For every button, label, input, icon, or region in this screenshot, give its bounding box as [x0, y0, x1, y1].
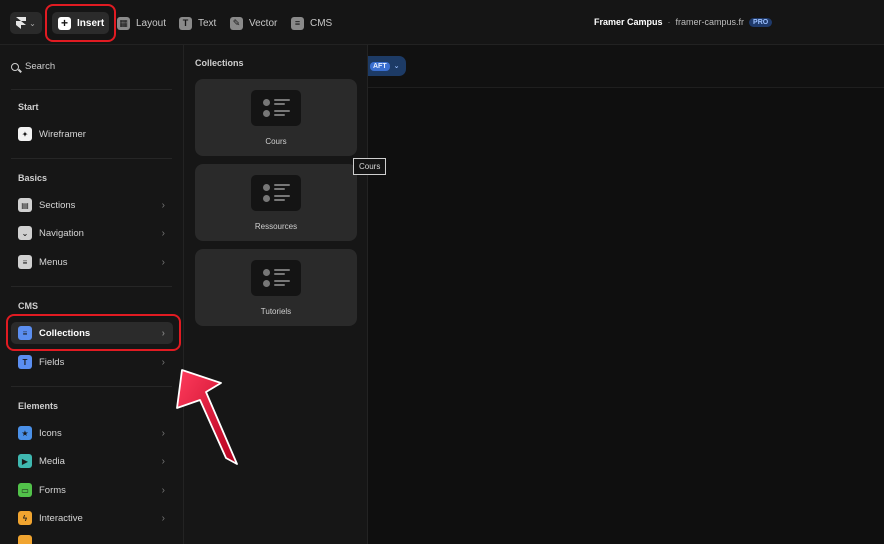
form-icon: ▭ [18, 483, 32, 497]
draft-badge-text: AFT [370, 61, 390, 71]
menu-icon: ≡ [18, 255, 32, 269]
chevron-down-icon: ⌄ [29, 18, 36, 28]
collection-card-label: Cours [265, 137, 287, 146]
text-button[interactable]: T Text [179, 12, 216, 34]
vector-label: Vector [249, 17, 278, 29]
draft-status-badge[interactable]: AFT ⌄ [368, 56, 406, 76]
item-label: Navigation [39, 227, 84, 239]
collections-highlight-annotation [6, 314, 181, 351]
collection-list-icon [251, 260, 301, 296]
layout-icon: ▦ [117, 16, 130, 30]
collection-card-label: Tutoriels [260, 307, 292, 316]
chevron-down-icon: ⌄ [393, 63, 400, 70]
section-label-start: Start [18, 102, 39, 112]
section-label-basics: Basics [18, 173, 48, 183]
collections-panel: Collections Cours Ressources Tutoriels [184, 45, 368, 544]
chevron-right-icon: › [161, 199, 165, 211]
item-label: Wireframer [39, 128, 86, 140]
navigation-icon: ⌄ [18, 226, 32, 240]
search-placeholder: Search [25, 61, 56, 72]
hover-tooltip: Cours [353, 158, 387, 175]
vector-button[interactable]: ✎ Vector [230, 12, 277, 34]
sidebar-item-navigation[interactable]: ⌄ Navigation › [11, 222, 173, 244]
divider [11, 386, 172, 387]
sidebar-item-sections[interactable]: ▤ Sections › [11, 194, 173, 216]
sidebar-item-fields[interactable]: T Fields › [11, 351, 173, 373]
cms-button[interactable]: ≡ CMS [291, 12, 332, 34]
chevron-right-icon: › [161, 427, 165, 439]
search-input[interactable]: Search [11, 61, 55, 72]
sidebar-item-media[interactable]: ▶ Media › [11, 450, 173, 472]
search-icon [11, 62, 19, 71]
insert-panel: Search Start ✦ Wireframer Basics ▤ Secti… [0, 45, 184, 544]
site-name: Framer Campus [594, 17, 663, 27]
layout-label: Layout [136, 17, 167, 29]
collection-list-icon [251, 175, 301, 211]
item-label: Menus [39, 256, 68, 268]
item-label: Icons [39, 427, 62, 439]
sidebar-item-interactive[interactable]: ϟ Interactive › [11, 507, 173, 529]
sidebar-item-icons[interactable]: ★ Icons › [11, 422, 173, 444]
canvas-header [368, 45, 884, 88]
item-label: Interactive [39, 512, 83, 524]
collection-list-icon [251, 90, 301, 126]
sidebar-item-wireframer[interactable]: ✦ Wireframer [11, 123, 173, 145]
star-icon: ★ [18, 426, 32, 440]
insert-highlight-annotation [45, 4, 116, 42]
collection-card-label: Ressources [254, 222, 298, 231]
divider [11, 89, 172, 90]
item-label: Forms [39, 484, 66, 496]
play-icon: ▶ [18, 454, 32, 468]
divider [11, 286, 172, 287]
layout-button[interactable]: ▦ Layout [117, 12, 166, 34]
sparkle-icon: ✦ [18, 127, 32, 141]
divider [11, 158, 172, 159]
collection-card-cours[interactable]: Cours [195, 79, 357, 156]
collection-card-ressources[interactable]: Ressources [195, 164, 357, 241]
plan-badge: PRO [749, 17, 773, 27]
site-separator: · [667, 17, 671, 27]
chevron-right-icon: › [161, 356, 165, 368]
sidebar-item-forms[interactable]: ▭ Forms › [11, 479, 173, 501]
sidebar-item-partial[interactable] [11, 535, 173, 544]
item-label: Media [39, 455, 65, 467]
site-domain: framer-campus.fr [675, 17, 745, 27]
framer-logo-icon [16, 17, 27, 29]
text-icon: T [179, 16, 192, 30]
chevron-right-icon: › [161, 484, 165, 496]
lightning-icon: ϟ [18, 511, 32, 525]
section-label-elements: Elements [18, 401, 59, 411]
chevron-right-icon: › [161, 455, 165, 467]
pen-icon: ✎ [230, 16, 243, 30]
framer-menu-button[interactable]: ⌄ [10, 12, 42, 34]
cms-label: CMS [310, 17, 333, 29]
text-field-icon: T [18, 355, 32, 369]
collection-card-tutoriels[interactable]: Tutoriels [195, 249, 357, 326]
chevron-right-icon: › [161, 512, 165, 524]
site-title[interactable]: Framer Campus · framer-campus.fr PRO [594, 17, 773, 27]
database-icon: ≡ [291, 16, 304, 30]
item-label: Sections [39, 199, 76, 211]
chevron-right-icon: › [161, 227, 165, 239]
top-toolbar: ⌄ + Insert ▦ Layout T Text ✎ Vector ≡ CM… [0, 0, 884, 45]
sidebar-item-menus[interactable]: ≡ Menus › [11, 251, 173, 273]
chevron-right-icon: › [161, 256, 165, 268]
text-label: Text [198, 17, 217, 29]
item-label: Fields [39, 356, 65, 368]
section-label-cms: CMS [18, 301, 38, 311]
sections-icon: ▤ [18, 198, 32, 212]
collections-panel-title: Collections [195, 58, 244, 68]
social-icon [18, 535, 32, 544]
